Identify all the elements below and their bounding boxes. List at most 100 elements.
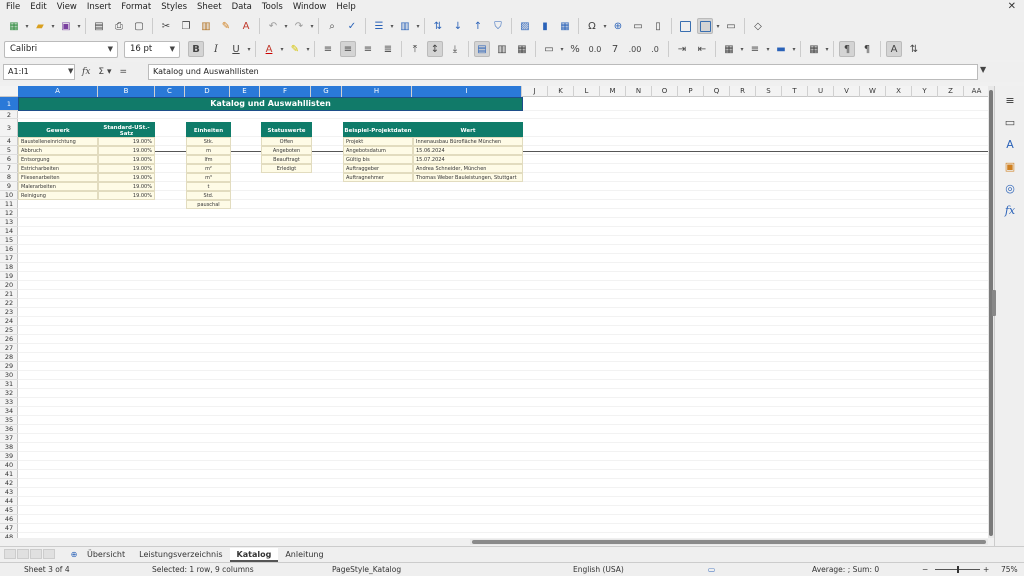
row-icon[interactable]: ☰ [371, 18, 387, 34]
projekt-label-cell[interactable]: Auftraggeber [343, 164, 413, 173]
increase-indent-icon[interactable]: ⇥ [674, 41, 690, 57]
font-color-icon[interactable]: A [261, 41, 277, 57]
projekt-value-cell[interactable]: 15.07.2024 [413, 155, 523, 164]
insert-image-icon[interactable]: ▨ [517, 18, 533, 34]
spreadsheet-grid[interactable]: A B C D E F G H I J K L M N O P Q R S T U V W X Y Z AA 1 2 3 4 5 6 7 8 9 10… [0, 86, 988, 538]
row-header[interactable]: 1 [0, 97, 18, 111]
decrease-indent-icon[interactable]: ⇤ [694, 41, 710, 57]
gewerk-cell[interactable]: Fliesenarbeiten [18, 173, 98, 182]
einheit-cell[interactable]: lfm [186, 155, 231, 164]
ust-cell[interactable]: 19.00% [98, 164, 155, 173]
menu-sheet[interactable]: Sheet [192, 0, 227, 14]
align-middle-icon[interactable]: ↕ [427, 41, 443, 57]
column-header[interactable]: AA [964, 86, 988, 97]
menu-tools[interactable]: Tools [257, 0, 288, 14]
row-header[interactable]: 3 [0, 119, 18, 137]
ust-cell[interactable]: 19.00% [98, 191, 155, 200]
selection-mode-icon[interactable]: ▭ [708, 563, 715, 576]
row-header[interactable]: 10 [0, 191, 18, 200]
row-header[interactable]: 15 [0, 236, 18, 245]
export-pdf-icon[interactable]: ▤ [91, 18, 107, 34]
border-color-icon[interactable]: ▬ [773, 41, 789, 57]
row-header[interactable]: 12 [0, 209, 18, 218]
row-header[interactable]: 33 [0, 398, 18, 407]
gewerk-cell[interactable]: Abbruch [18, 146, 98, 155]
add-decimal-icon[interactable]: .00 [627, 41, 643, 57]
underline-dropdown-icon[interactable]: ▾ [246, 41, 252, 57]
row-header[interactable]: 39 [0, 452, 18, 461]
menu-file[interactable]: File [0, 0, 25, 14]
align-bottom-icon[interactable]: ⤓ [447, 41, 463, 57]
row-header[interactable]: 7 [0, 164, 18, 173]
sort-icon[interactable]: ⇅ [430, 18, 446, 34]
column-header[interactable]: D [185, 86, 230, 97]
row-header[interactable]: 11 [0, 200, 18, 209]
gewerk-cell[interactable]: Baustelleneinrichtung [18, 137, 98, 146]
font-size-box[interactable]: 16 pt ▼ [124, 40, 180, 58]
justify-icon[interactable]: ≣ [380, 41, 396, 57]
align-left-icon[interactable]: ≡ [320, 41, 336, 57]
einheit-cell[interactable]: pauschal [186, 200, 231, 209]
hyperlink-icon[interactable]: ⊕ [610, 18, 626, 34]
row-header[interactable]: 36 [0, 425, 18, 434]
ust-cell[interactable]: 19.00% [98, 173, 155, 182]
tab-anleitung[interactable]: Anleitung [278, 548, 330, 562]
freeze-dropdown-icon[interactable]: ▾ [715, 18, 721, 34]
column-header[interactable]: T [782, 86, 808, 97]
undo-dropdown-icon[interactable]: ▾ [283, 18, 289, 34]
print-icon[interactable]: ⎙ [111, 18, 127, 34]
percent-icon[interactable]: % [567, 41, 583, 57]
sidebar-resize-handle[interactable] [992, 290, 996, 316]
sheet-navigation-buttons[interactable] [4, 548, 64, 561]
row-header[interactable]: 40 [0, 461, 18, 470]
row-header[interactable]: 5 [0, 146, 18, 155]
projekt-value-cell[interactable]: Andrea Schneider, München [413, 164, 523, 173]
column-header[interactable]: J [522, 86, 548, 97]
column-header[interactable]: E [230, 86, 260, 97]
paste-icon[interactable]: ▥ [198, 18, 214, 34]
summary-info[interactable]: Average: ; Sum: 0 [812, 563, 879, 576]
text-horizontal-icon[interactable]: A [886, 41, 902, 57]
einheit-cell[interactable]: m² [186, 164, 231, 173]
border-style-icon[interactable]: ≡ [747, 41, 763, 57]
redo-icon[interactable]: ↷ [291, 18, 307, 34]
row-header[interactable]: 6 [0, 155, 18, 164]
column-header[interactable]: W [860, 86, 886, 97]
sort-ascending-icon[interactable]: ↓ [450, 18, 466, 34]
zoom-slider-knob[interactable] [957, 566, 959, 573]
row-header[interactable]: 38 [0, 443, 18, 452]
gewerk-cell[interactable]: Malerarbeiten [18, 182, 98, 191]
zoom-level[interactable]: 75% [1001, 563, 1018, 576]
column-header[interactable]: K [548, 86, 574, 97]
row-header[interactable]: 17 [0, 254, 18, 263]
open-folder-icon[interactable]: ▰ [32, 18, 48, 34]
split-window-icon[interactable]: ▭ [723, 18, 739, 34]
unmerge-icon[interactable]: ▦ [514, 41, 530, 57]
bold-icon[interactable]: B [188, 41, 204, 57]
row-header[interactable]: 42 [0, 479, 18, 488]
projekt-value-cell[interactable]: Innenausbau Bürofläche München [413, 137, 523, 146]
row-header[interactable]: 27 [0, 344, 18, 353]
border-color-dropdown-icon[interactable]: ▾ [791, 41, 797, 57]
column-header[interactable]: C [155, 86, 185, 97]
row-header[interactable]: 19 [0, 272, 18, 281]
gewerk-cell[interactable]: Entsorgung [18, 155, 98, 164]
clear-formatting-icon[interactable]: A [238, 18, 254, 34]
save-icon[interactable]: ▣ [58, 18, 74, 34]
number-format-currency-icon[interactable]: ▭ [541, 41, 557, 57]
new-document-icon[interactable]: ▦ [6, 18, 22, 34]
row-header[interactable]: 16 [0, 245, 18, 254]
row-header[interactable]: 48 [0, 533, 18, 538]
undo-icon[interactable]: ↶ [265, 18, 281, 34]
column-header[interactable]: S [756, 86, 782, 97]
row-header[interactable]: 25 [0, 326, 18, 335]
menu-window[interactable]: Window [288, 0, 332, 14]
column-header[interactable]: P [678, 86, 704, 97]
row-dropdown-icon[interactable]: ▾ [389, 18, 395, 34]
currency-dropdown-icon[interactable]: ▾ [559, 41, 565, 57]
special-character-icon[interactable]: Ω [584, 18, 600, 34]
column-icon[interactable]: ▥ [397, 18, 413, 34]
row-header[interactable]: 29 [0, 362, 18, 371]
column-header[interactable]: Q [704, 86, 730, 97]
row-header[interactable]: 8 [0, 173, 18, 182]
